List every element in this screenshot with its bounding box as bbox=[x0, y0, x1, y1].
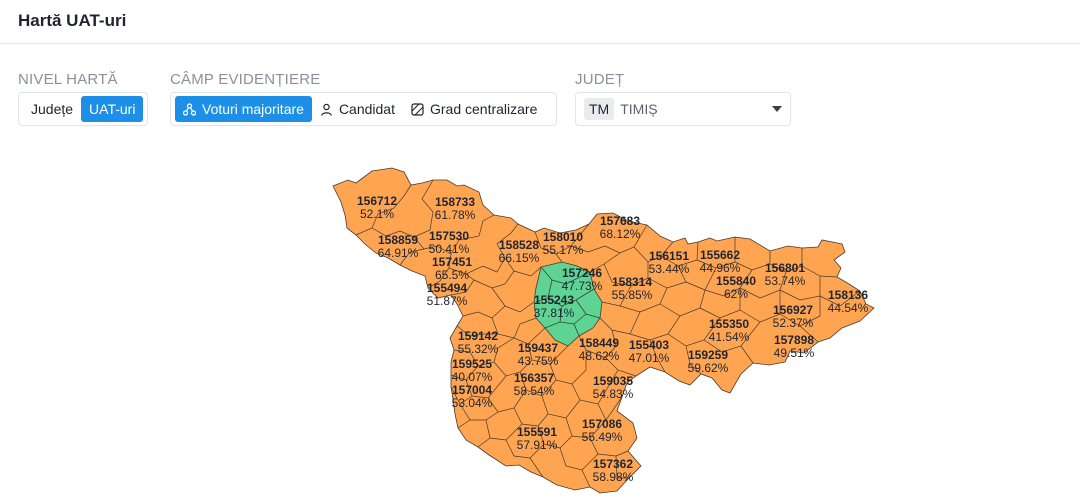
uat-code-label: 157683 bbox=[600, 214, 640, 228]
uat-code-label: 156801 bbox=[765, 261, 805, 275]
uat-code-label: 157086 bbox=[582, 417, 622, 431]
uat-percent-label: 51.87% bbox=[427, 294, 468, 308]
uat-code-label: 157362 bbox=[593, 457, 633, 471]
uat-percent-label: 55.32% bbox=[458, 342, 499, 356]
uat-code-label: 155350 bbox=[709, 317, 749, 331]
uat-code-label: 155591 bbox=[517, 425, 557, 439]
uat-labels: 15671252.1% 15873361.78% 15753050.41% 15885… bbox=[357, 194, 869, 484]
uat-code-label: 157246 bbox=[562, 266, 602, 280]
uat-code-label: 156927 bbox=[773, 303, 813, 317]
uat-percent-label: 54.83% bbox=[593, 387, 634, 401]
uat-percent-label: 55.17% bbox=[543, 243, 584, 257]
uat-code-label: 159259 bbox=[688, 348, 728, 362]
uat-code-label: 158859 bbox=[378, 233, 418, 247]
uat-code-label: 155662 bbox=[700, 248, 740, 262]
uat-code-label: 156151 bbox=[649, 249, 689, 263]
uat-percent-label: 43.75% bbox=[518, 354, 559, 368]
uat-percent-label: 61.78% bbox=[435, 208, 476, 222]
uat-percent-label: 57.91% bbox=[517, 438, 558, 452]
uat-code-label: 157530 bbox=[429, 229, 469, 243]
uat-percent-label: 53.44% bbox=[649, 262, 690, 276]
uat-percent-label: 53.04% bbox=[452, 396, 493, 410]
uat-code-label: 158528 bbox=[499, 238, 539, 252]
uat-percent-label: 44.54% bbox=[828, 301, 869, 315]
uat-code-label: 158314 bbox=[612, 275, 652, 289]
uat-percent-label: 49.51% bbox=[774, 346, 815, 360]
uat-percent-label: 58.98% bbox=[593, 470, 634, 484]
uat-code-label: 155243 bbox=[534, 293, 574, 307]
uat-code-label: 158449 bbox=[579, 336, 619, 350]
uat-code-label: 156712 bbox=[357, 194, 397, 208]
uat-code-label: 158136 bbox=[828, 288, 868, 302]
uat-code-label: 157898 bbox=[774, 333, 814, 347]
uat-percent-label: 58.54% bbox=[514, 384, 555, 398]
uat-code-label: 158010 bbox=[543, 230, 583, 244]
uat-percent-label: 68.12% bbox=[600, 227, 641, 241]
uat-code-label: 157004 bbox=[452, 383, 492, 397]
uat-percent-label: 55.85% bbox=[612, 288, 653, 302]
uat-percent-label: 40.07% bbox=[452, 370, 493, 384]
uat-code-label: 155840 bbox=[716, 274, 756, 288]
uat-percent-label: 64.91% bbox=[378, 246, 419, 260]
uat-code-label: 158733 bbox=[435, 195, 475, 209]
uat-percent-label: 55.49% bbox=[582, 430, 623, 444]
uat-code-label: 155403 bbox=[629, 338, 669, 352]
uat-code-label: 157451 bbox=[432, 255, 472, 269]
uat-code-label: 156357 bbox=[514, 371, 554, 385]
uat-percent-label: 41.54% bbox=[709, 330, 750, 344]
uat-percent-label: 47.01% bbox=[629, 351, 670, 365]
uat-percent-label: 53.74% bbox=[765, 274, 806, 288]
uat-percent-label: 44.96% bbox=[700, 261, 741, 275]
uat-percent-label: 47.73% bbox=[562, 279, 603, 293]
uat-percent-label: 66.15% bbox=[499, 251, 540, 265]
uat-map: 15671252.1% 15873361.78% 15753050.41% 15885… bbox=[332, 167, 875, 494]
uat-percent-label: 50.41% bbox=[429, 242, 470, 256]
uat-percent-label: 48.62% bbox=[579, 349, 620, 363]
uat-code-label: 159437 bbox=[518, 341, 558, 355]
uat-code-label: 159142 bbox=[458, 329, 498, 343]
uat-code-label: 159525 bbox=[452, 357, 492, 371]
uat-percent-label: 37.81% bbox=[534, 306, 575, 320]
uat-percent-label: 65.5% bbox=[435, 268, 469, 282]
uat-percent-label: 52.37% bbox=[773, 316, 814, 330]
uat-percent-label: 59.62% bbox=[688, 361, 729, 375]
uat-percent-label: 62% bbox=[724, 287, 748, 301]
uat-code-label: 159035 bbox=[593, 374, 633, 388]
uat-code-label: 155494 bbox=[427, 281, 467, 295]
uat-percent-label: 52.1% bbox=[360, 207, 394, 221]
